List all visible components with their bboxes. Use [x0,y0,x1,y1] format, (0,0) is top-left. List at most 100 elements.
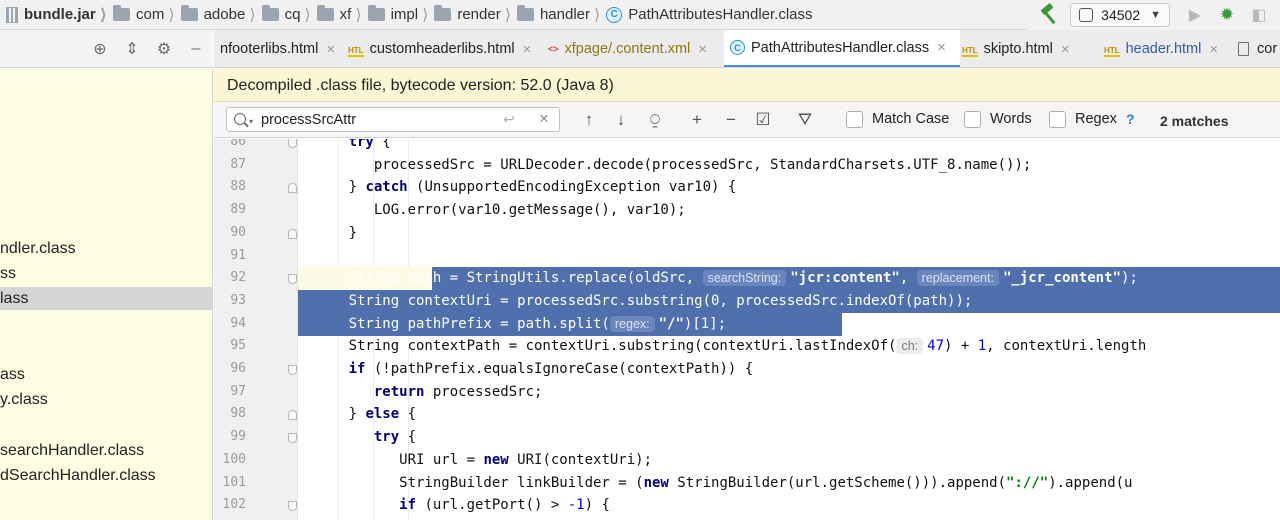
code-line[interactable]: String contextPath = contextUri.substrin… [298,335,1280,358]
breadcrumb-label: com [136,6,165,23]
fold-marker-icon[interactable] [288,228,297,239]
tree-item[interactable]: ass [0,363,212,386]
close-tab-icon[interactable]: × [523,41,532,58]
tree-item[interactable]: y.class [0,388,212,411]
editor-tab[interactable]: C PathAttributesHandler.class × [724,30,960,67]
breadcrumb-item[interactable]: impl ⟩ [362,0,428,29]
code-line[interactable]: } [298,222,1280,245]
htl-file-icon: HTL [962,41,978,57]
close-tab-icon[interactable]: × [698,41,707,58]
collapse-all-icon[interactable]: ⇕ [121,38,143,60]
editor-tab[interactable]: <> xfpage/.content.xml × [542,30,722,67]
breadcrumb-item[interactable]: render ⟩ [428,0,511,29]
editor-tab[interactable]: HTL customheaderlibs.html × [342,30,540,67]
search-input[interactable] [261,110,501,129]
code-line[interactable]: try { [298,139,1280,154]
tab-label: xfpage/.content.xml [564,41,691,57]
breadcrumb-item[interactable]: com ⟩ [107,0,175,29]
filter-icon[interactable]: ⛛ [794,109,816,131]
tree-item[interactable]: lass [0,287,212,310]
breadcrumb-item[interactable]: handler ⟩ [511,0,600,29]
remove-selection-icon[interactable]: − [720,109,742,131]
close-tab-icon[interactable]: × [937,39,946,56]
hammer-icon[interactable] [1038,4,1060,26]
help-icon[interactable]: ? [1126,111,1135,127]
code-token: -1 [567,497,585,514]
fold-marker-icon[interactable] [288,183,297,194]
search-history-icon[interactable]: ▾ [249,117,253,126]
fold-marker-icon[interactable] [288,433,297,444]
match-case-checkbox[interactable] [846,111,863,128]
gear-icon[interactable]: ⚙ [153,38,175,60]
fold-marker-icon[interactable] [288,274,297,285]
fold-marker-icon[interactable] [288,501,297,512]
arrow-down-icon[interactable]: ↓ [610,109,632,131]
folder-icon [316,5,334,21]
code-line[interactable]: processedSrc = URLDecoder.decode(process… [298,154,1280,177]
find-all-icon[interactable]: ⍜ [644,109,666,131]
breadcrumb-label: handler [539,6,590,23]
code-line[interactable]: try { [298,426,1280,449]
code-line[interactable]: if (!pathPrefix.equalsIgnoreCase(context… [298,358,1280,381]
fold-marker-icon[interactable] [288,139,297,148]
close-tab-icon[interactable]: × [326,41,335,58]
search-icon[interactable] [234,113,246,125]
tree-item[interactable]: ss [0,262,212,285]
code-token: )[1]; [683,315,727,332]
code-line[interactable]: LOG.error(var10.getMessage(), var10); [298,199,1280,222]
play-icon[interactable]: ▶ [1184,4,1206,26]
line-number: 91 [230,247,246,263]
code-line[interactable]: } catch (UnsupportedEncodingException va… [298,176,1280,199]
select-all-occurrences-icon[interactable]: ☑ [752,109,774,131]
coverage-icon[interactable]: ◧ [1248,4,1270,26]
editor-tab[interactable]: HTL header.html × [1098,30,1230,67]
code-line[interactable]: String pathPrefix = path.split(regex: "/"… [298,312,1280,336]
editor-tab[interactable]: HTL skipto.html × [956,30,1096,67]
add-selection-icon[interactable]: + [686,109,708,131]
code-line[interactable]: StringBuilder linkBuilder = (new StringB… [298,472,1280,495]
regex-checkbox[interactable] [1049,111,1066,128]
code-token: processedSrc; [424,383,543,400]
new-line-icon[interactable]: ↩ [503,111,515,128]
tree-item[interactable]: ndler.class [0,237,212,260]
code-line[interactable]: String path = StringUtils.replace(oldSrc… [298,267,1280,291]
code-line[interactable]: String contextUri = processedSrc.substri… [298,289,1280,313]
project-panel-header: ⊕ ⇕ ⚙ – [0,30,213,68]
line-number: 89 [230,202,246,218]
breadcrumb-item[interactable]: xf ⟩ [311,0,362,29]
arrow-up-icon[interactable]: ↑ [578,109,600,131]
run-configuration-select[interactable]: 34502 ▼ [1070,3,1170,27]
code-line[interactable]: URI url = new URI(contextUri); [298,449,1280,472]
code-token: } [298,224,358,241]
editor-tab[interactable]: cor [1232,30,1280,67]
fold-marker-icon[interactable] [288,410,297,421]
words-checkbox[interactable] [964,111,981,128]
editor-tab[interactable]: nfooterlibs.html × [214,30,340,67]
code-line[interactable]: return processedSrc; [298,381,1280,404]
breadcrumb-item[interactable]: bundle.jar ⟩ [0,0,107,29]
code-editor[interactable]: 8687888990919293949596979899100101102103… [214,139,1280,520]
close-icon[interactable]: × [539,109,549,129]
code-token: (url.getPort() > [416,497,568,514]
breadcrumb-item[interactable]: cq ⟩ [256,0,311,29]
code-line[interactable] [298,245,1280,268]
close-tab-icon[interactable]: × [1061,41,1070,58]
code-line[interactable]: if (url.getPort() > -1) { [298,494,1280,517]
code-token: if [399,497,417,514]
search-box[interactable]: ▾ ↩ × [226,107,560,132]
crosshair-icon[interactable]: ⊕ [89,38,111,60]
breadcrumb-item[interactable]: adobe ⟩ [175,0,256,29]
breadcrumb-item[interactable]: C PathAttributesHandler.class [600,0,813,29]
code-line[interactable]: } else { [298,403,1280,426]
fold-marker-icon[interactable] [288,365,297,375]
close-tab-icon[interactable]: × [1209,41,1218,58]
folder-icon [113,5,130,21]
tab-label: customheaderlibs.html [369,41,515,57]
code-token: ).append(u [1048,474,1133,491]
tree-item[interactable]: dSearchHandler.class [0,464,212,487]
tree-item[interactable]: searchHandler.class [0,439,212,462]
bug-icon[interactable]: ✹ [1216,4,1238,26]
code-token: try [348,139,374,150]
folder-icon [180,5,198,21]
hide-icon[interactable]: – [185,38,207,60]
